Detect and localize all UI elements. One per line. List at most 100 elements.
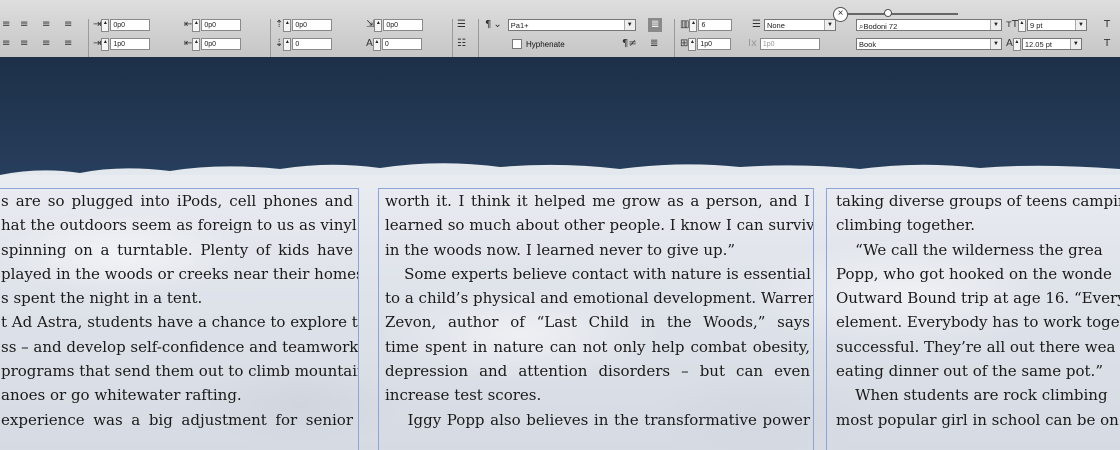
- justify-left-icon[interactable]: ≡: [2, 37, 10, 51]
- drop-cap-lines-icon: ⇲: [366, 19, 375, 30]
- text-line: When students are rock climbing: [836, 386, 1108, 405]
- chevron-down-icon: ▼: [823, 20, 835, 30]
- paragraph-options-icon[interactable]: ¶≠: [622, 37, 637, 51]
- text-line: spinning on a turntable. Plenty of kids …: [1, 240, 353, 259]
- font-size-dropdown[interactable]: 9 pt ▼: [1026, 19, 1087, 31]
- right-indent-stepper[interactable]: ▴: [192, 18, 201, 32]
- justify-all-icon[interactable]: ≡: [64, 37, 72, 51]
- space-after-field[interactable]: 0: [292, 38, 333, 50]
- text-line: depression and attention disorders – but…: [385, 362, 810, 381]
- left-indent-stepper[interactable]: ▴: [101, 18, 110, 32]
- text-icon[interactable]: T: [1104, 37, 1110, 51]
- text-line: anoes or go whitewater rafting.: [1, 386, 242, 405]
- hyphenate-checkbox[interactable]: [512, 39, 522, 49]
- align-to-grid-value: None: [766, 21, 785, 30]
- text-line: element. Everybody has to work togeth: [836, 313, 1120, 332]
- font-family-dropdown[interactable]: ⌕Bodoni 72 ▼: [856, 19, 1002, 31]
- leading-stepper[interactable]: ▴: [1012, 37, 1021, 51]
- drop-cap-chars-field[interactable]: 0: [381, 38, 422, 50]
- bullets-icon[interactable]: ☰: [457, 18, 466, 32]
- align-to-grid-icon: ☰: [752, 19, 761, 30]
- chevron-down-icon: ▼: [1074, 20, 1086, 30]
- text-line: time spent in nature can not only help c…: [385, 337, 810, 356]
- paragraph-style-value: Pa1+: [510, 21, 529, 30]
- close-icon[interactable]: ×: [833, 7, 848, 22]
- text-line: programs that send them out to climb mou…: [1, 362, 359, 381]
- drop-cap-lines-field[interactable]: 0p0: [383, 19, 424, 31]
- gutter-icon: ⊞: [680, 38, 689, 49]
- text-line: Popp, who got hooked on the wonde: [836, 264, 1112, 283]
- justify-right-icon[interactable]: ≡: [42, 37, 50, 51]
- baseline-grid-icon[interactable]: ≣: [650, 37, 658, 51]
- text-line: increase test scores.: [385, 386, 542, 405]
- chevron-down-icon: ▼: [623, 20, 635, 30]
- first-indent-icon: ⇥: [93, 38, 102, 49]
- align-justify-icon[interactable]: ≡: [64, 18, 72, 32]
- leading-dropdown[interactable]: 12.05 pt ▼: [1021, 38, 1082, 50]
- font-size-stepper[interactable]: ▴: [1017, 18, 1026, 32]
- chevron-down-icon: ▼: [990, 20, 1001, 30]
- font-style-dropdown[interactable]: Book ▼: [856, 38, 1002, 50]
- align-right-icon[interactable]: ≡: [42, 18, 50, 32]
- control-panel-row-1: ≡ ≡ ≡ ≡ ⇥ ▴ 0p0 ⇤ ▴ 0p0 ⇡ ▴ 0p0 ⇲ ▴ 0p0 …: [0, 17, 1120, 57]
- left-indent-field[interactable]: 0p0: [110, 19, 151, 31]
- leading-icon: A: [1006, 38, 1013, 49]
- font-style-value: Book: [859, 40, 877, 49]
- align-to-grid-dropdown[interactable]: None ▼: [763, 19, 836, 31]
- last-indent-icon: ⇤: [184, 38, 193, 49]
- text-line: “We call the wilderness the grea: [836, 240, 1103, 259]
- first-indent-field[interactable]: 1p0: [110, 38, 151, 50]
- paragraph-style-dropdown[interactable]: Pa1+ ▼: [507, 19, 636, 31]
- span-field: 1p0: [759, 38, 820, 50]
- left-indent-icon: ⇥: [93, 19, 102, 30]
- numbering-icon[interactable]: ☷: [457, 37, 466, 51]
- last-indent-stepper[interactable]: ▴: [192, 37, 201, 51]
- text-frame-2[interactable]: worth it. I think it helped me grow as a…: [378, 188, 814, 450]
- text-line: successful. They’re all out there wea: [836, 337, 1116, 356]
- column-2-text: worth it. I think it helped me grow as a…: [385, 189, 814, 432]
- text-line: to a child’s physical and emotional deve…: [385, 289, 814, 308]
- columns-stepper[interactable]: ▴: [689, 18, 698, 32]
- gutter-field[interactable]: 1p0: [697, 38, 732, 50]
- space-after-icon: ⇣: [275, 38, 284, 49]
- span-icon: Ix: [748, 38, 757, 49]
- style-chevron-icon: ⌄: [493, 19, 502, 30]
- align-center-icon[interactable]: ≡: [20, 18, 28, 32]
- font-size-value: 9 pt: [1029, 21, 1043, 30]
- justify-center-icon[interactable]: ≡: [20, 37, 28, 51]
- text-line: experience was a big adjustment for seni…: [1, 410, 353, 429]
- drop-cap-lines-stepper[interactable]: ▴: [374, 18, 383, 32]
- grid-align-icon[interactable]: ≣: [648, 18, 663, 32]
- text-line: Outward Bound trip at age 16. “Every: [836, 289, 1120, 308]
- drop-cap-chars-icon: A: [366, 38, 373, 49]
- align-left-icon[interactable]: ≡: [2, 18, 10, 32]
- zoom-slider[interactable]: [848, 9, 958, 17]
- text-icon[interactable]: T: [1104, 18, 1110, 32]
- right-indent-icon: ⇤: [184, 19, 193, 30]
- text-line: s spent the night in a tent.: [1, 289, 203, 308]
- font-family-value: Bodoni 72: [863, 22, 898, 31]
- text-line: learned so much about other people. I kn…: [385, 216, 814, 235]
- text-frame-1[interactable]: s are so plugged into iPods, cell phones…: [0, 188, 359, 450]
- space-before-stepper[interactable]: ▴: [283, 18, 292, 32]
- drop-cap-chars-stepper[interactable]: ▴: [372, 37, 381, 51]
- right-indent-field[interactable]: 0p0: [201, 19, 242, 31]
- text-line: eating dinner out of the same pot.”: [836, 362, 1103, 381]
- space-after-stepper[interactable]: ▴: [283, 37, 292, 51]
- text-line: climbing together.: [836, 216, 976, 235]
- text-line: hat the outdoors seem as foreign to us a…: [1, 216, 357, 235]
- slider-knob[interactable]: [884, 9, 892, 17]
- text-frame-3[interactable]: taking diverse groups of teens campin cl…: [826, 188, 1120, 450]
- chevron-down-icon: ▼: [1069, 39, 1081, 49]
- column-3-text: taking diverse groups of teens campin cl…: [836, 189, 1120, 432]
- chevron-down-icon: ▼: [990, 39, 1001, 49]
- space-before-field[interactable]: 0p0: [292, 19, 333, 31]
- text-line: ss – and develop self-confidence and tea…: [1, 337, 359, 356]
- leading-value: 12.05 pt: [1024, 40, 1052, 49]
- last-indent-field[interactable]: 0p0: [201, 38, 242, 50]
- first-indent-stepper[interactable]: ▴: [101, 37, 110, 51]
- column-1-text: s are so plugged into iPods, cell phones…: [1, 189, 359, 432]
- text-line: Iggy Popp also believes in the transform…: [385, 410, 810, 429]
- columns-field[interactable]: 6: [698, 19, 733, 31]
- gutter-stepper[interactable]: ▴: [688, 37, 697, 51]
